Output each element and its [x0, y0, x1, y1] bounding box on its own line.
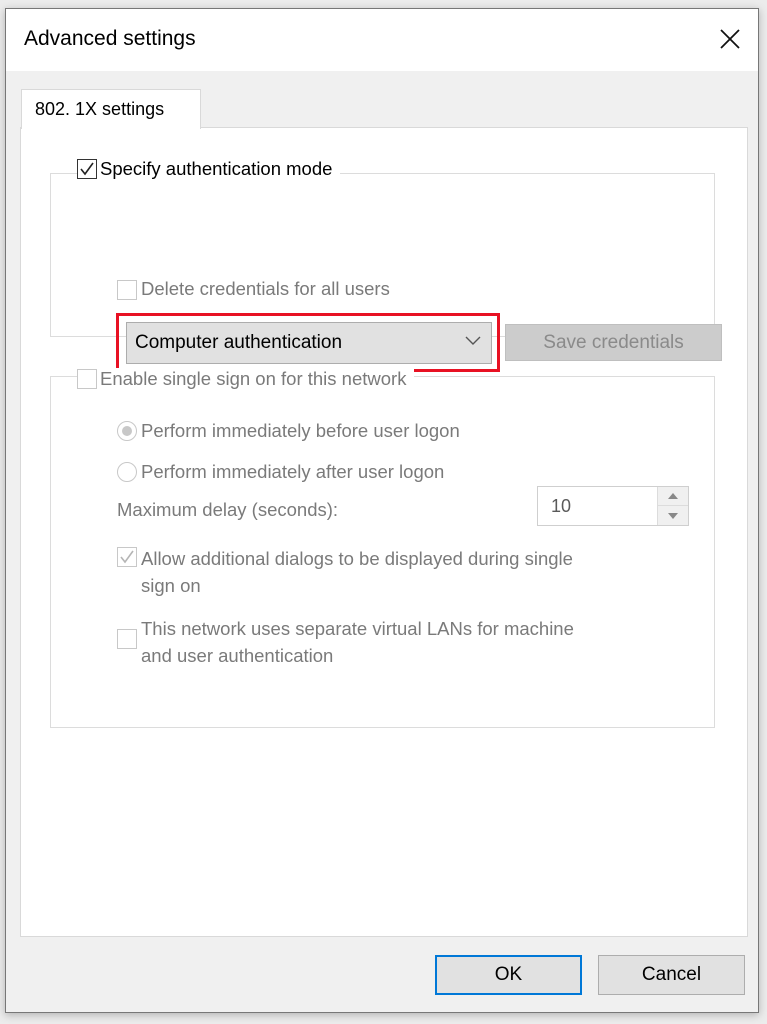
allow-additional-dialogs-label: Allow additional dialogs to be displayed…	[141, 545, 573, 599]
close-button[interactable]	[710, 19, 750, 59]
separate-vlans-label: This network uses separate virtual LANs …	[141, 615, 574, 669]
chevron-down-icon	[465, 336, 481, 345]
spin-up-button[interactable]	[658, 487, 688, 506]
cancel-button[interactable]: Cancel	[598, 955, 745, 995]
advanced-settings-dialog: Advanced settings 802. 1X settings Speci…	[5, 8, 759, 1013]
checkbox-box	[77, 159, 97, 179]
perform-after-logon-label: Perform immediately after user logon	[141, 461, 445, 482]
allow-dialogs-line-1: Allow additional dialogs to be displayed…	[141, 548, 573, 569]
checkbox-box	[117, 280, 137, 300]
separate-vlans-checkbox[interactable]: This network uses separate virtual LANs …	[117, 615, 574, 669]
dropdown-selected-value: Computer authentication	[135, 332, 343, 353]
checkmark-icon	[120, 550, 134, 564]
allow-additional-dialogs-checkbox[interactable]: Allow additional dialogs to be displayed…	[117, 545, 573, 599]
checkbox-box	[117, 629, 137, 649]
spinner-arrows	[657, 487, 688, 525]
arrow-down-icon	[668, 512, 678, 519]
radio-perform-after-logon[interactable]: Perform immediately after user logon	[117, 461, 444, 483]
radio-circle	[117, 421, 137, 441]
maximum-delay-label: Maximum delay (seconds):	[117, 499, 339, 520]
separate-vlans-line-1: This network uses separate virtual LANs …	[141, 618, 574, 639]
radio-dot	[122, 426, 132, 436]
ok-button[interactable]: OK	[435, 955, 582, 995]
radio-circle	[117, 462, 137, 482]
perform-before-logon-label: Perform immediately before user logon	[141, 420, 460, 441]
arrow-up-icon	[668, 493, 678, 499]
tab-8021x-settings[interactable]: 802. 1X settings	[21, 89, 201, 129]
checkbox-box	[117, 547, 137, 567]
maximum-delay-spinner[interactable]: 10	[537, 486, 689, 526]
maximum-delay-row: Maximum delay (seconds):	[117, 499, 338, 521]
title-bar: Advanced settings	[6, 9, 758, 71]
delete-credentials-checkbox[interactable]: Delete credentials for all users	[117, 278, 390, 300]
dialog-title: Advanced settings	[24, 27, 196, 50]
enable-single-sign-on-label: Enable single sign on for this network	[100, 368, 407, 389]
spin-down-button[interactable]	[658, 506, 688, 525]
checkmark-icon	[80, 162, 94, 176]
save-credentials-button[interactable]: Save credentials	[505, 324, 722, 361]
tab-panel: Specify authentication mode Computer aut…	[20, 127, 748, 937]
separate-vlans-line-2: and user authentication	[141, 645, 334, 666]
checkbox-box	[77, 369, 97, 389]
allow-dialogs-line-2: sign on	[141, 575, 201, 596]
specify-authentication-mode-label: Specify authentication mode	[100, 158, 333, 179]
tab-label: 802. 1X settings	[35, 99, 165, 119]
enable-single-sign-on-checkbox[interactable]: Enable single sign on for this network	[77, 368, 415, 390]
radio-perform-before-logon[interactable]: Perform immediately before user logon	[117, 420, 460, 442]
authentication-mode-dropdown[interactable]: Computer authentication	[126, 322, 492, 364]
specify-authentication-mode-checkbox[interactable]: Specify authentication mode	[77, 158, 341, 180]
close-icon	[720, 29, 740, 49]
maximum-delay-value: 10	[551, 496, 572, 516]
delete-credentials-label: Delete credentials for all users	[141, 278, 390, 299]
